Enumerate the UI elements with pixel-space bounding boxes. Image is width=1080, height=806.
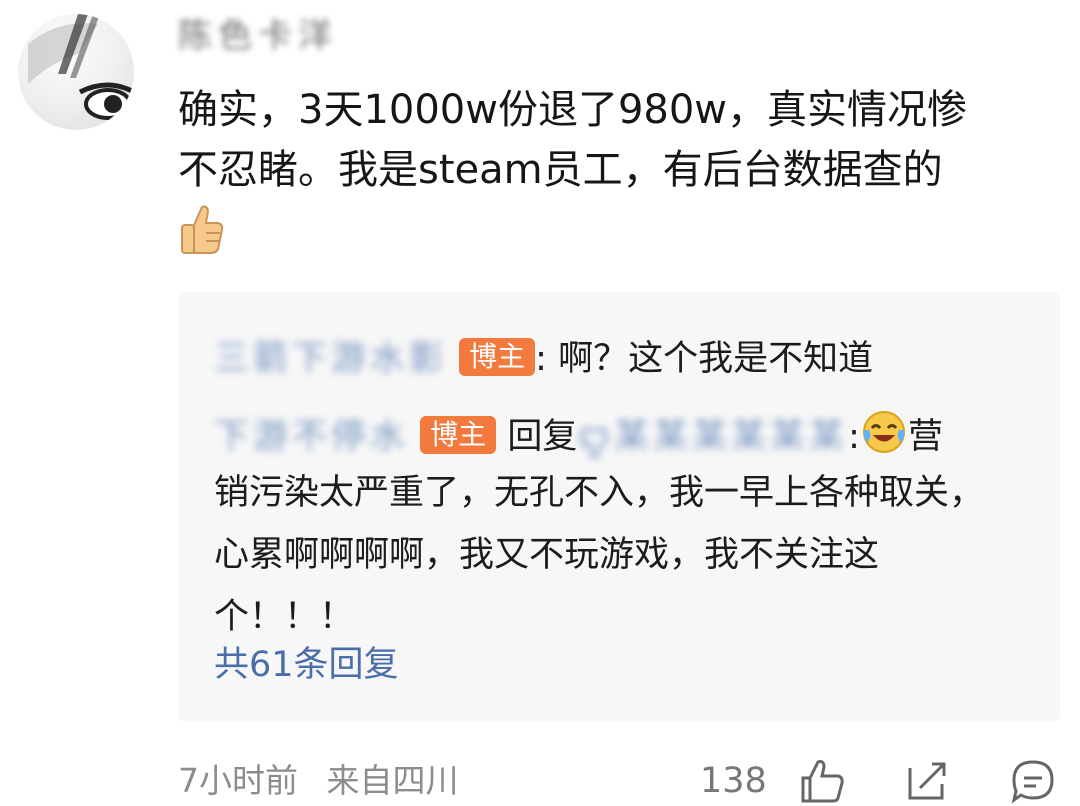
more-replies-link[interactable]: 共61条回复 (214, 640, 399, 690)
comment-text: 确实，3天1000w份退了980w，真实情况惨 不忍睹。我是steam员工，有后… (178, 87, 968, 193)
avatar[interactable] (18, 14, 134, 130)
avatar-art-icon (28, 14, 134, 120)
reply-2-text: 销污染太严重了，无孔不入，我一早上各种取关， 心累啊啊啊啊，我又不玩游戏，我不关… (214, 473, 985, 637)
author-badge: 博主 (459, 338, 536, 376)
reply-2-header: 下游不停水 博主 回复ꨄ某某某某某某: 营 (214, 408, 943, 462)
share-icon[interactable] (904, 758, 950, 804)
like-count: 138 (700, 761, 767, 801)
thumbs-up-emoji-icon (181, 205, 224, 254)
reply-1-text: : 啊？这个我是不知道 (535, 339, 874, 379)
reply-1-username[interactable]: 三箭下游水影 (214, 334, 448, 384)
reply-2-username[interactable]: 下游不停水 (214, 412, 409, 462)
author-badge: 博主 (420, 416, 497, 454)
location: 来自四川 (326, 761, 459, 800)
username[interactable]: 陈色卡洋 (178, 14, 338, 58)
reply-1: 三箭下游水影 博主: 啊？这个我是不知道 (214, 334, 873, 384)
like-icon[interactable] (800, 758, 846, 804)
reply-label: 回复 (507, 417, 578, 457)
reply-2-text-start: 营 (907, 417, 943, 457)
comment-icon[interactable] (1010, 758, 1056, 804)
reply-colon: : (848, 417, 860, 457)
comment-meta: 7小时前 来自四川 (178, 756, 459, 806)
reply-to-username[interactable]: ꨄ某某某某某某 (577, 412, 848, 462)
laughing-crying-emoji-icon (862, 411, 905, 453)
timestamp: 7小时前 (178, 761, 298, 800)
